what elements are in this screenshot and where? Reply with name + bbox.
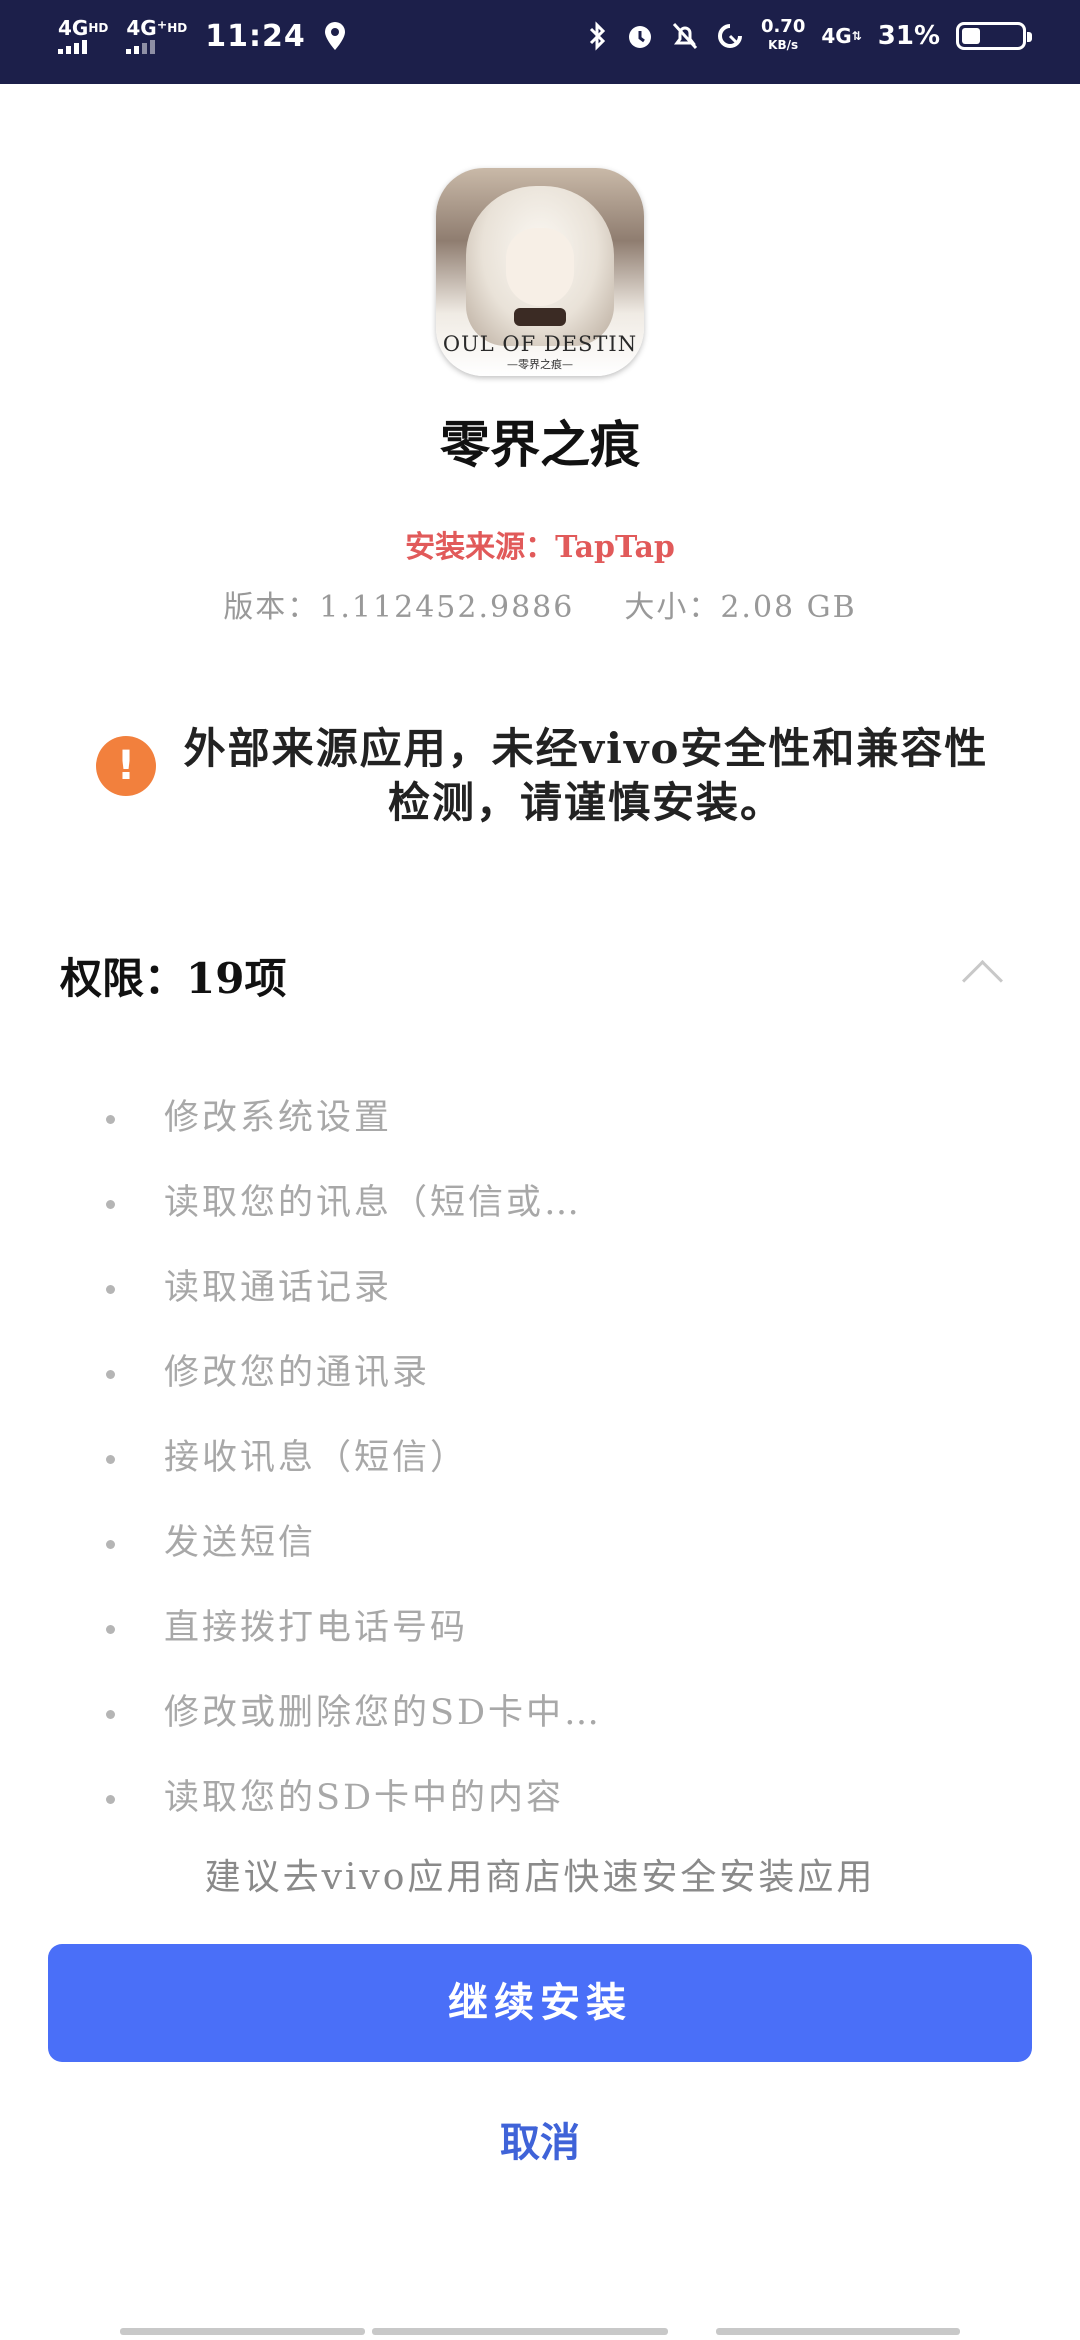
permission-item: 发送短信 [100,1513,602,1598]
gesture-nav-bar[interactable] [0,2328,1080,2336]
bluetooth-icon [589,21,606,51]
clock: 11:24 [205,18,306,54]
permission-item: 修改您的通讯录 [100,1343,602,1428]
network-sup: HD [167,21,188,35]
nav-segment [120,2328,365,2335]
network-label: 4G [821,24,852,48]
alarm-icon [628,26,651,48]
warning-text: 外部来源应用，未经vivo安全性和兼容性检测，请谨慎安装。 [183,724,989,827]
permission-item: 读取通话记录 [100,1258,602,1343]
speed-value: 0.70 [760,16,806,37]
network-label: 4G [58,16,89,40]
continue-install-button[interactable]: 继续安装 [48,1944,1032,2062]
nav-segment [716,2328,960,2335]
store-suggestion-link[interactable]: 建议去vivo应用商店快速安全安装应用 [0,1848,1080,1900]
permission-item: 直接拨打电话号码 [100,1598,602,1683]
network-sup: HD [88,21,109,35]
permission-item: 修改或删除您的SD卡中… [100,1683,602,1768]
signal-bars-icon [126,40,187,54]
cancel-button[interactable]: 取消 [390,2108,690,2178]
icon-logo-sub: —零界之痕— [507,358,573,371]
permission-item: 接收讯息（短信） [100,1428,602,1513]
chevron-up-icon[interactable] [961,959,1004,1002]
warning-icon: ! [96,736,156,796]
app-name: 零界之痕 [440,415,640,474]
network-speed: 0.70 KB/s [761,18,805,54]
permission-list: 修改系统设置 读取您的讯息（短信或… 读取通话记录 修改您的通讯录 接收讯息（短… [100,1088,602,1853]
signal-2: 4G⁺HD [126,18,187,54]
network-sup: ⇅ [851,29,862,43]
app-size: 大小：2.08 GB [624,590,857,625]
signal-1: 4GHD [58,18,108,54]
battery-icon [956,22,1032,50]
battery-fill [962,28,980,44]
icon-art-face [506,228,574,306]
icon-art-collar [514,308,566,326]
permissions-title: 权限：19项 [60,954,287,1003]
mute-bell-icon [672,22,698,50]
install-source: 安装来源：TapTap [405,530,675,565]
battery-percent: 31% [877,21,940,51]
network-label: 4G⁺ [126,16,168,40]
app-meta: 版本：1.112452.9886 大小：2.08 GB [0,582,1080,626]
permission-item: 读取您的讯息（短信或… [100,1173,602,1258]
app-version: 版本：1.112452.9886 [223,590,575,625]
icon-logo-text: OUL OF DESTIN [442,332,638,356]
data-saver-icon [717,24,742,48]
permission-item: 修改系统设置 [100,1088,602,1173]
location-pin-icon [324,22,345,50]
status-bar: 4GHD 4G⁺HD 11:24 0.70 KB/s 4G⇅ 31% [0,0,1080,84]
network-3: 4G⇅ [821,26,861,46]
permission-item: 读取您的SD卡中的内容 [100,1768,602,1853]
nav-segment [372,2328,668,2335]
signal-bars-icon [58,40,108,54]
app-icon: OUL OF DESTIN —零界之痕— [436,168,644,376]
install-screen: 4GHD 4G⁺HD 11:24 0.70 KB/s 4G⇅ 31% OUL OF… [0,0,1080,2340]
speed-unit: KB/s [768,38,799,52]
